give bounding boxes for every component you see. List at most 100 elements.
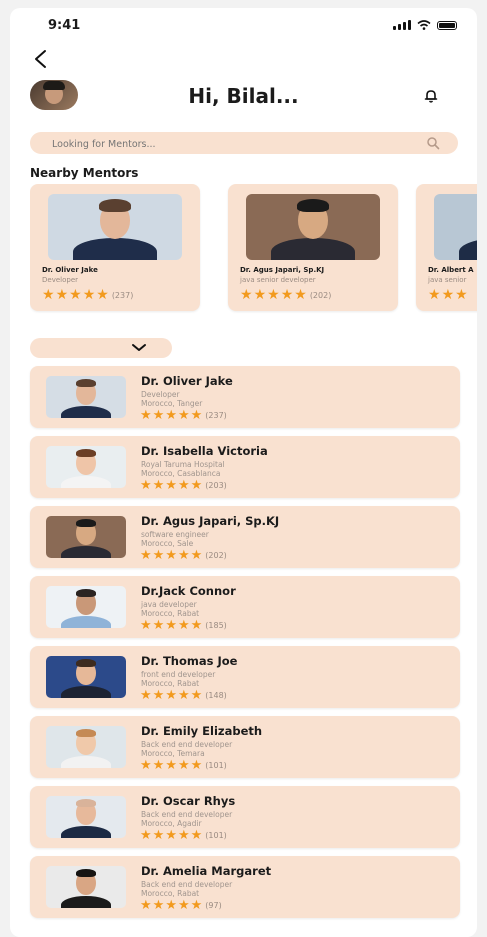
star-icon: ★: [140, 478, 152, 493]
mentor-location: Morocco, Sale: [141, 539, 194, 548]
mentor-list-item[interactable]: Dr. Oliver Jake Developer Morocco, Tanger ★…: [30, 366, 460, 428]
star-icon: ★: [152, 548, 165, 563]
star-icon: ★: [177, 618, 190, 633]
star-icon: ★: [140, 408, 152, 423]
mentor-list-item[interactable]: Dr. Agus Japari, Sp.KJ software engineer M…: [30, 506, 460, 568]
star-icon: ★: [96, 287, 109, 303]
mentor-list-photo: [46, 516, 126, 558]
mentor-list-item[interactable]: Dr. Oscar Rhys Back end end developer Moro…: [30, 786, 460, 848]
review-count: (203): [205, 481, 227, 490]
star-icon: ★: [140, 828, 152, 843]
nearby-mentor-card[interactable]: Dr. Albert Ajava senior ★ ★ ★: [416, 184, 477, 311]
review-count: (202): [309, 290, 332, 300]
star-icon: ★: [152, 618, 165, 633]
star-icon: ★: [177, 478, 190, 493]
star-icon: ★: [455, 287, 468, 303]
star-icon: ★: [441, 287, 455, 303]
star-icon: ★: [140, 758, 152, 773]
star-icon: ★: [190, 688, 203, 703]
mentor-role: Developer: [141, 390, 180, 399]
star-icon: ★: [165, 688, 177, 703]
mentor-role: java senior: [428, 276, 467, 284]
mentor-rating: ★ ★ ★ ★ ★ (185): [140, 619, 227, 632]
mentor-name: Dr. Oliver Jake: [42, 266, 98, 274]
nearby-mentor-card[interactable]: Dr. Agus Japari, Sp.KJ java senior develo…: [228, 184, 398, 311]
mentor-name: Dr. Oliver Jake: [141, 374, 233, 388]
mentor-list-item[interactable]: Dr.Jack Connor java developer Morocco, Rab…: [30, 576, 460, 638]
mentor-location: Morocco, Agadir: [141, 819, 202, 828]
status-time: 9:41: [48, 18, 81, 33]
mentor-role: Back end end developer: [141, 880, 233, 889]
mentor-name: Dr. Thomas Joe: [141, 654, 238, 668]
star-icon: ★: [190, 478, 203, 493]
star-icon: ★: [253, 287, 267, 303]
back-arrow-icon[interactable]: [30, 48, 52, 70]
star-icon: ★: [140, 548, 152, 563]
mentor-list-photo: [46, 866, 126, 908]
search-input[interactable]: [50, 132, 414, 157]
system-icons: [393, 20, 457, 30]
star-icon: ★: [152, 478, 165, 493]
star-icon: ★: [177, 548, 190, 563]
mentor-location: Morocco, Tanger: [141, 399, 203, 408]
star-icon: ★: [177, 828, 190, 843]
search-bar: [30, 132, 458, 157]
nearby-mentors-title: Nearby Mentors: [30, 166, 139, 180]
mentor-location: Morocco, Rabat: [141, 609, 200, 618]
mentor-list-photo: [46, 376, 126, 418]
mentor-list-item[interactable]: Dr. Isabella Victoria Royal Taruma Hospit…: [30, 436, 460, 498]
mentor-list-photo: [46, 446, 126, 488]
star-icon: ★: [152, 898, 165, 913]
review-count: (237): [111, 290, 134, 300]
mentor-list-item[interactable]: Dr. Amelia Margaret Back end end develope…: [30, 856, 460, 918]
mentor-rating: ★ ★ ★ ★ ★ (203): [140, 479, 227, 492]
star-icon: ★: [177, 758, 190, 773]
chevron-down-icon: [132, 344, 146, 351]
star-icon: ★: [165, 828, 177, 843]
mentor-list-photo: [46, 796, 126, 838]
nearby-mentor-photo: [434, 194, 477, 260]
mentor-location: Morocco, Rabat: [141, 679, 200, 688]
nearby-mentor-photo: [246, 194, 380, 260]
star-icon: ★: [240, 287, 253, 303]
star-icon: ★: [190, 618, 203, 633]
nearby-mentor-card[interactable]: Dr. Oliver Jake Developer ★ ★ ★ ★ ★ (237): [30, 184, 200, 311]
review-count: (185): [205, 621, 227, 630]
mentor-rating: ★ ★ ★ ★ ★ (202): [140, 549, 227, 562]
mentor-rating: ★ ★ ★ ★ ★ (237): [140, 409, 227, 422]
app-screen: 9:41 Hi, Bilal... Nearby Men: [10, 8, 477, 937]
mentor-rating: ★ ★ ★ ★ ★ (101): [140, 759, 227, 772]
nearby-mentor-photo: [48, 194, 182, 260]
greeting-title: Hi, Bilal...: [188, 84, 299, 108]
mentor-name: Dr. Agus Japari, Sp.KJ: [141, 514, 280, 528]
star-icon: ★: [165, 898, 177, 913]
mentor-rating: ★ ★ ★ ★ ★ (101): [140, 829, 227, 842]
bell-icon[interactable]: [423, 88, 439, 104]
mentor-location: Morocco, Temara: [141, 749, 205, 758]
star-icon: ★: [190, 758, 203, 773]
star-icon: ★: [42, 287, 55, 303]
star-icon: ★: [165, 548, 177, 563]
star-icon: ★: [267, 287, 280, 303]
star-icon: ★: [152, 688, 165, 703]
mentor-list-item[interactable]: Dr. Emily Elizabeth Back end end develope…: [30, 716, 460, 778]
review-count: (237): [205, 411, 227, 420]
star-icon: ★: [190, 548, 203, 563]
battery-icon: [437, 20, 457, 30]
star-icon: ★: [152, 828, 165, 843]
star-icon: ★: [177, 408, 190, 423]
mentor-role: java senior developer: [240, 276, 316, 284]
mentor-list-item[interactable]: Dr. Thomas Joe front end developer Morocco…: [30, 646, 460, 708]
search-icon[interactable]: [426, 136, 440, 150]
mentor-role: java developer: [141, 600, 197, 609]
mentor-location: Morocco, Casablanca: [141, 469, 221, 478]
star-icon: ★: [177, 898, 190, 913]
collapse-toggle-button[interactable]: [30, 338, 172, 358]
nearby-mentors-carousel[interactable]: Dr. Oliver Jake Developer ★ ★ ★ ★ ★ (237) Dr. Ag…: [30, 184, 477, 314]
mentor-role: front end developer: [141, 670, 216, 679]
star-icon: ★: [165, 478, 177, 493]
star-icon: ★: [177, 688, 190, 703]
star-icon: ★: [69, 287, 82, 303]
mentor-list-photo: [46, 656, 126, 698]
mentor-name: Dr. Albert A: [428, 266, 474, 274]
